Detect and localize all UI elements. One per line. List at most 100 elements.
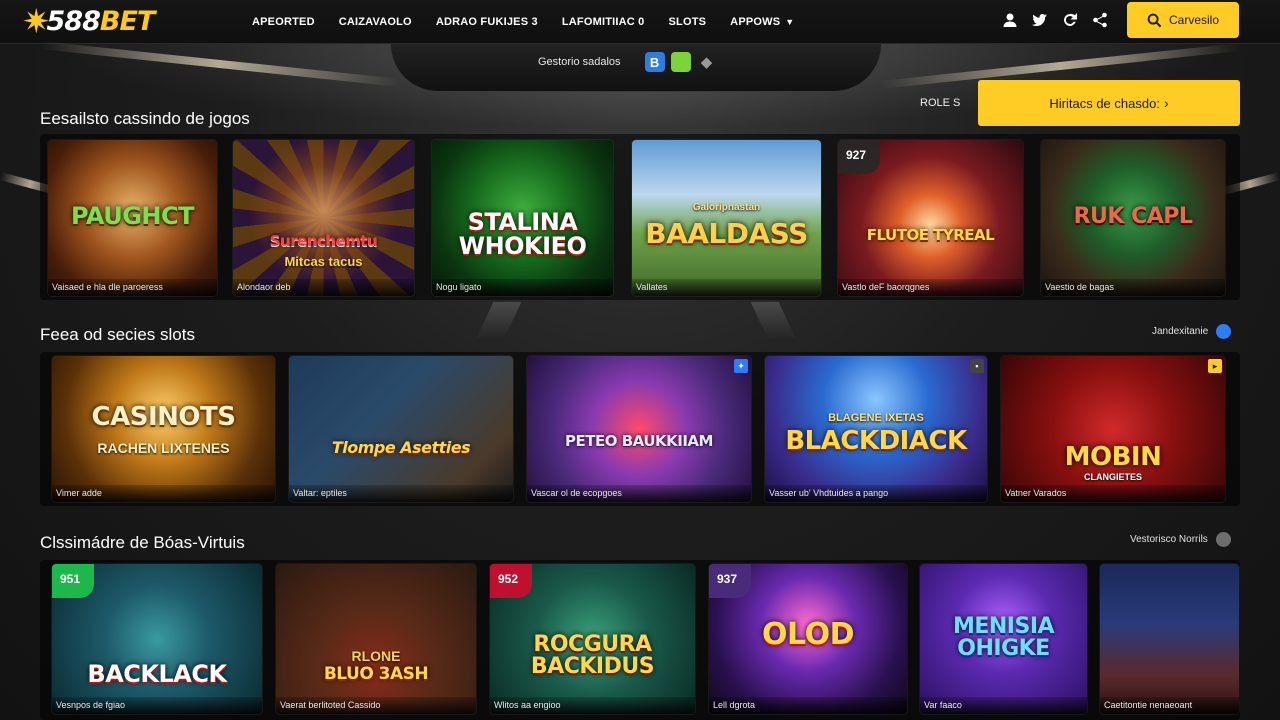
game-caption: Caetitontie nenaeoant [1100,697,1239,714]
game-card[interactable]: STALINA WHOKIEO Nogu ligato [432,140,613,296]
user-icon[interactable] [1002,12,1018,28]
nav-item-slots[interactable]: SLOTS [669,16,707,28]
game-card[interactable]: Galoripnastan BAALDASS Vallates [632,140,821,296]
game-card[interactable]: 937 OLOD Lell dgrota [709,564,907,714]
game-caption: Vascar ol de ecopgoes [527,485,751,502]
search-button-label: Carvesilo [1168,13,1219,27]
game-title: Tlompe Asetties [331,438,471,457]
nav-item-4[interactable]: LAFOMITIIAC 0 [562,16,645,28]
game-caption: Vaestio de bagas [1041,279,1225,296]
game-title: MENISIA OHIGKE [952,614,1055,661]
logo-text-accent: BET [99,6,155,37]
providers-bar: Gestorio sadalos B ◆ [538,52,749,72]
game-card[interactable]: Tlompe Asetties Valtar: eptiles [289,356,513,502]
game-badge: 937 [709,564,751,598]
game-card[interactable]: 951 BACKLACK Vesnpos de fgiao [52,564,262,714]
game-badge: 951 [52,564,94,598]
toggle-dot-icon [1215,532,1231,547]
game-caption: Vesnpos de fgiao [52,697,262,714]
game-title: BLUO 3ASH [323,664,429,684]
game-title: BLACKDIACK [785,426,967,456]
game-card[interactable]: CASINOTS RACHEN LIXTENES Vimer adde [52,356,275,502]
cta-button[interactable]: Hiritacs de chasdo: › [978,80,1240,126]
game-title: RUK CAPL [1073,204,1193,229]
game-subtitle: RACHEN LIXTENES [97,440,230,456]
nav-item-2[interactable]: CAIZAVAOLO [339,16,412,28]
game-caption: Var faaco [920,697,1087,714]
game-card[interactable]: RUK CAPL Vaestio de bagas [1041,140,1225,296]
green-app-icon[interactable] [670,52,691,72]
game-card[interactable]: PAUGHCT Vaisaed e hla dle paroeress [48,140,217,296]
search-button[interactable]: Carvesilo [1127,2,1239,38]
game-card[interactable]: ▸ MOBIN CLANGIETES Vatner Varados [1001,356,1225,502]
game-title: FLUTOE TYREAL [866,226,995,244]
game-thumbnail [527,356,751,502]
section-aux-label: Jandexitanie [1152,326,1209,337]
game-title: STALINA WHOKIEO [458,208,587,260]
corner-badge-icon: ✦ [734,359,748,373]
game-subtitle: CLANGIETES [1083,472,1142,482]
nav-item-apps-dropdown[interactable]: APPOWS ▼ [730,16,794,28]
section-aux-toggle[interactable]: Vestorisco Norrils [1130,532,1231,547]
game-caption: Vallates [632,279,821,296]
game-subtitle: RLONE [351,648,401,664]
game-thumbnail [289,356,513,502]
game-card[interactable]: ✦ PETEO BAUKKIIAM Vascar ol de ecopgoes [527,356,751,502]
b-logo-icon[interactable]: B [644,52,665,72]
section-aux-label: Vestorisco Norrils [1130,534,1208,545]
game-caption: Lell dgrota [709,697,907,714]
providers-label: Gestorio sadalos [538,56,621,68]
game-title: OLOD [762,617,854,652]
twitter-icon[interactable] [1032,12,1048,28]
game-card[interactable]: ▪ BLAGENE IXETAS BLACKDIACK Vasser ub' V… [765,356,987,502]
game-thumbnail-overlay [233,140,414,296]
game-thumbnail [276,564,476,714]
game-caption: Nogu ligato [432,279,613,296]
game-caption: Vastlo deF baorqgnes [838,279,1023,296]
game-title: ROCGURA BACKIDUS [530,632,655,679]
bracket-right-decor [750,302,798,342]
apple-icon[interactable] [723,52,743,72]
refresh-icon[interactable] [1062,12,1078,28]
game-caption: Vasser ub' Vhdtuides a pango [765,485,987,502]
top-navigation-bar: ✷ 588BET APEORTED CAIZAVAOLO ADRAO FUKIJ… [0,0,1280,44]
section-aux-toggle[interactable]: Jandexitanie [1152,324,1232,339]
nav-item-3[interactable]: ADRAO FUKIJES 3 [436,16,538,28]
corner-badge-icon: ▪ [970,359,984,373]
game-caption: Vaerat berlitoted Cassido [276,697,476,714]
game-card[interactable]: 927 FLUTOE TYREAL Vastlo deF baorqgnes [838,140,1023,296]
game-title: BAALDASS [645,217,808,250]
game-title: CASINOTS [91,402,236,432]
game-caption: Vaisaed e hla dle paroeress [48,279,217,296]
main-nav: APEORTED CAIZAVAOLO ADRAO FUKIJES 3 LAFO… [252,16,818,28]
game-badge: 927 [838,140,880,174]
game-caption: Vatner Varados [1001,485,1225,502]
game-card[interactable]: Caetitontie nenaeoant [1100,564,1239,714]
section-title-casino-games: Eesailsto cassindo de jogos [40,109,250,128]
game-card[interactable]: RLONE BLUO 3ASH Vaerat berlitoted Cassid… [276,564,476,714]
game-subtitle: Mitcas tacus [284,254,363,269]
game-title: MOBIN [1064,442,1162,472]
game-thumbnail [1100,564,1239,714]
nav-item-1[interactable]: APEORTED [252,16,315,28]
logo-text: 588 [46,6,101,37]
corner-badge-icon: ▸ [1208,359,1222,373]
game-title: PETEO BAUKKIIAM [565,432,713,450]
chevron-right-icon: › [1163,95,1169,111]
game-caption: Vimer adde [52,485,275,502]
game-title: BACKLACK [87,660,227,688]
site-logo[interactable]: ✷ 588BET [22,5,212,39]
game-subtitle: BLAGENE IXETAS [828,412,924,424]
diamond-icon[interactable]: ◆ [697,52,717,72]
game-caption: Wlitos aa engioo [490,697,695,714]
game-card[interactable]: 952 ROCGURA BACKIDUS Wlitos aa engioo [490,564,695,714]
toggle-dot-icon [1216,324,1232,339]
header-icon-group [1002,12,1108,28]
share-icon[interactable] [1092,12,1108,28]
game-title: Surenchemtu [269,232,378,250]
game-caption: Valtar: eptiles [289,485,513,502]
game-card[interactable]: Surenchemtu Mitcas tacus Alondaor deb [233,140,414,296]
game-card[interactable]: MENISIA OHIGKE Var faaco [920,564,1087,714]
game-badge: 952 [490,564,532,598]
game-title: PAUGHCT [71,202,194,230]
